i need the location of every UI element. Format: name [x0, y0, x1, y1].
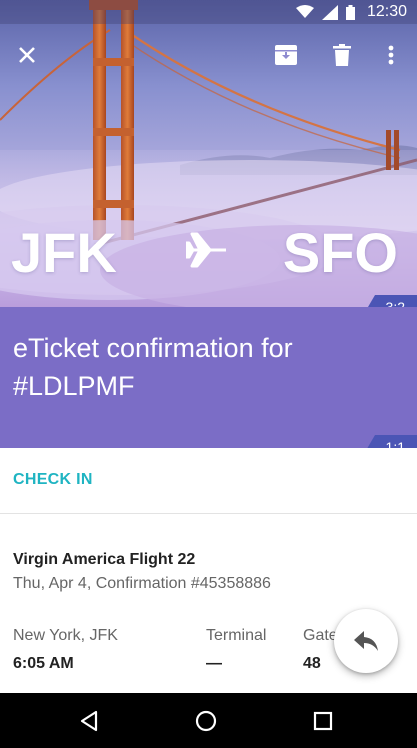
check-in-button[interactable]: CHECK IN [13, 471, 93, 489]
recents-button[interactable] [293, 693, 353, 748]
terminal-value: — [206, 655, 222, 672]
wifi-icon [295, 5, 314, 18]
more-vert-icon[interactable] [378, 42, 404, 68]
status-time: 12:30 [366, 3, 407, 20]
recents-icon [313, 711, 333, 730]
signal-icon [321, 4, 338, 20]
archive-icon[interactable] [273, 42, 299, 68]
close-icon[interactable] [14, 42, 40, 68]
airplane-icon [186, 232, 226, 268]
email-subject: eTicket confirmation for #LDLPMF [13, 333, 293, 401]
gate-label: Gate [303, 627, 338, 644]
terminal-label: Terminal [206, 627, 267, 644]
battery-icon [345, 4, 355, 20]
divider [0, 513, 417, 514]
hero-image: 12:30 JFK SFO [0, 0, 417, 307]
title-band: eTicket confirmation for #LDLPMF [0, 307, 417, 448]
reply-icon [354, 631, 378, 651]
delete-icon[interactable] [329, 42, 355, 68]
departure-time: 6:05 AM [13, 655, 74, 672]
back-icon [80, 710, 98, 731]
gate-value: 48 [303, 655, 321, 672]
destination-airport: SFO [282, 221, 398, 284]
flight-title: Virgin America Flight 22 [13, 551, 196, 568]
reply-button[interactable] [334, 609, 398, 673]
home-icon [195, 710, 217, 731]
navigation-bar [0, 693, 417, 748]
home-button[interactable] [176, 693, 236, 748]
flight-subtitle: Thu, Apr 4, Confirmation #45358886 [13, 575, 271, 592]
status-bar: 12:30 [0, 0, 417, 24]
back-button[interactable] [59, 693, 119, 748]
origin-airport: JFK [11, 221, 117, 284]
departure-city-label: New York, JFK [13, 627, 118, 644]
